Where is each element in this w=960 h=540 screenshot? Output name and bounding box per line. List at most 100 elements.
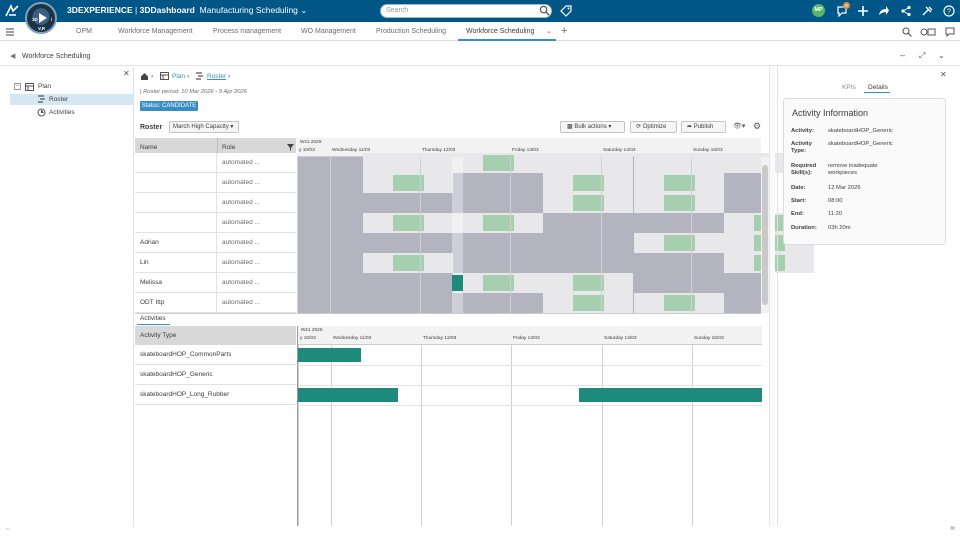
tree-item-roster[interactable]: Roster	[49, 95, 68, 104]
shift-cell[interactable]	[634, 153, 724, 173]
activity-bar[interactable]	[298, 388, 398, 402]
app-title[interactable]: 3DEXPERIENCE | 3DDashboard Manufacturing…	[67, 5, 307, 16]
tab-workforce-management[interactable]: Workforce Management	[118, 26, 193, 37]
tools-icon[interactable]	[921, 5, 933, 17]
tab-workforce-scheduling[interactable]: Workforce Scheduling	[466, 26, 534, 37]
tab-wo-management[interactable]: WO Management	[301, 26, 356, 37]
activity-bar[interactable]	[579, 388, 762, 402]
gantt-scrollbar-thumb[interactable]	[762, 165, 768, 305]
roster-gantt-body	[297, 153, 814, 313]
bulk-actions-button[interactable]: ▩ Bulk actions ▾	[560, 121, 625, 133]
tab-opm[interactable]: OPM	[76, 26, 92, 37]
shift-block[interactable]	[573, 175, 604, 191]
tab-menu-chevron-icon[interactable]: ⌄	[546, 26, 552, 37]
column-header-activity-type[interactable]: Activity Type	[140, 331, 176, 340]
shift-block[interactable]	[573, 295, 604, 311]
roster-select[interactable]: March High Capacity ▾	[169, 121, 239, 133]
activity-bar[interactable]	[298, 348, 361, 362]
day-gridline	[511, 345, 512, 526]
compass-icon[interactable]: 3D V,R i	[25, 2, 57, 34]
add-tab-icon[interactable]: +	[561, 26, 567, 37]
day-gridline	[602, 345, 603, 526]
roster-row-role[interactable]: automated ...	[217, 273, 296, 293]
shift-cell[interactable]	[543, 153, 633, 173]
collaboration-icon[interactable]	[920, 27, 936, 37]
shift-cell[interactable]	[363, 153, 453, 173]
tab-process-management[interactable]: Process management	[213, 26, 281, 37]
breadcrumb-roster[interactable]: Roster	[207, 72, 226, 81]
roster-row-name[interactable]: Melissa	[135, 273, 217, 293]
day-gridline	[330, 157, 331, 313]
social-share-icon[interactable]	[900, 5, 912, 17]
search-icon[interactable]	[902, 27, 912, 37]
hamburger-menu-icon[interactable]	[5, 27, 15, 37]
minimize-icon[interactable]: –	[900, 50, 905, 60]
help-icon[interactable]: ?	[943, 5, 955, 17]
day-gridline	[421, 345, 422, 526]
publish-button[interactable]: ➦ Publish	[681, 121, 726, 133]
tab-activities[interactable]: Activities	[140, 314, 166, 323]
column-header-name[interactable]: Name	[140, 143, 157, 152]
widget-menu-chevron-icon[interactable]: ⌄	[938, 51, 945, 60]
tab-production-scheduling[interactable]: Production Scheduling	[376, 26, 446, 37]
roster-row-name[interactable]	[135, 213, 217, 233]
tree-item-activities[interactable]: Activities	[49, 108, 75, 117]
roster-row-role[interactable]: automated ...	[217, 193, 296, 213]
breadcrumb-plan[interactable]: Plan	[172, 72, 185, 81]
resize-corner-icon: ⌙	[6, 526, 11, 532]
roster-row-name[interactable]: Lin	[135, 253, 217, 273]
info-field-value: 08:00	[828, 198, 843, 204]
roster-row-role[interactable]: automated ...	[217, 233, 296, 253]
home-icon[interactable]	[140, 72, 149, 81]
tree-item-plan[interactable]: Plan	[38, 82, 51, 91]
search-icon[interactable]	[539, 5, 550, 16]
breadcrumb-separator: ›	[151, 73, 154, 80]
view-options-icon[interactable]: 👁▾	[733, 122, 745, 130]
roster-row-name[interactable]	[135, 173, 217, 193]
bulk-actions-label: Bulk actions	[574, 124, 607, 130]
roster-row-name[interactable]	[135, 193, 217, 213]
collapse-panel-icon[interactable]: ◀	[10, 52, 15, 62]
tab-kpis[interactable]: KPIs	[842, 83, 856, 92]
publish-label: Publish	[693, 124, 714, 130]
info-field-label: Required Skill(s):	[791, 163, 817, 176]
optimize-button[interactable]: ⟳ Optimize	[630, 121, 677, 133]
3ds-logo-icon[interactable]	[4, 3, 20, 19]
roster-row-name[interactable]: ODT Ittp	[135, 293, 217, 313]
caret-down-icon: ▾	[608, 124, 612, 130]
roster-icon	[196, 72, 203, 80]
roster-row-role[interactable]: automated ...	[217, 153, 296, 173]
maximize-icon[interactable]: ⤢	[919, 51, 925, 61]
close-details-icon[interactable]: ✕	[940, 70, 947, 79]
roster-row-name[interactable]	[135, 153, 217, 173]
day-gridline	[691, 157, 692, 313]
add-icon[interactable]	[857, 5, 869, 17]
column-header-role[interactable]: Role	[222, 143, 235, 152]
brand-label: 3DEXPERIENCE	[67, 5, 133, 15]
roster-row-role[interactable]: automated ...	[217, 293, 296, 313]
shift-block[interactable]	[573, 275, 604, 291]
shift-block[interactable]	[573, 195, 604, 211]
filter-icon[interactable]	[287, 144, 294, 151]
main-scrollbar[interactable]	[769, 66, 775, 526]
compass-3d-label: 3D	[32, 17, 38, 22]
activity-row[interactable]: skateboardHOP_CommonParts	[135, 345, 296, 365]
settings-gear-icon[interactable]: ⚙	[753, 121, 761, 132]
roster-row-role[interactable]: automated ...	[217, 213, 296, 233]
tree-collapse-toggle[interactable]: −	[14, 83, 21, 90]
avatar[interactable]: MP	[812, 4, 825, 17]
svg-text:?: ?	[947, 9, 951, 16]
selected-shift-block[interactable]	[452, 275, 463, 291]
close-tree-icon[interactable]: ✕	[123, 69, 130, 78]
roster-row-role[interactable]: automated ...	[217, 173, 296, 193]
activity-row[interactable]: skateboardHOP_Generic	[135, 365, 296, 385]
activity-row[interactable]: skateboardHOP_Long_Rubber	[135, 385, 296, 405]
tab-details[interactable]: Details	[868, 83, 888, 92]
chat-icon[interactable]	[945, 27, 955, 37]
info-field-label: Activity:	[791, 128, 814, 134]
roster-row-role[interactable]: automated ...	[217, 253, 296, 273]
tag-icon[interactable]	[560, 5, 572, 17]
roster-row-name[interactable]: Adrian	[135, 233, 217, 253]
share-icon[interactable]	[878, 5, 890, 17]
resize-corner-icon: ⌘	[950, 526, 955, 532]
